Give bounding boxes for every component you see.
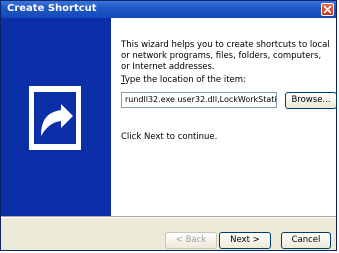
wizard-sidebar: [1, 18, 111, 216]
location-label: Type the location of the item:: [121, 75, 246, 85]
shortcut-arrow-icon: [29, 86, 81, 150]
intro-text: This wizard helps you to create shortcut…: [121, 40, 330, 72]
close-icon: [323, 5, 332, 14]
continue-hint: Click Next to continue.: [121, 132, 218, 142]
create-shortcut-window: Create Shortcut This wizard helps you to…: [0, 0, 337, 251]
browse-button[interactable]: Browse...: [285, 92, 337, 109]
next-button[interactable]: Next >: [219, 232, 271, 249]
location-input[interactable]: rundll32.exe user32.dll,LockWorkStation: [121, 92, 277, 108]
window-title: Create Shortcut: [7, 3, 97, 14]
wizard-footer: < Back Next > Cancel: [1, 218, 336, 250]
location-label-text: ype the location of the item:: [124, 75, 246, 85]
back-button[interactable]: < Back: [165, 232, 217, 249]
close-button[interactable]: [321, 3, 334, 16]
title-bar[interactable]: Create Shortcut: [1, 1, 336, 18]
wizard-content: This wizard helps you to create shortcut…: [111, 18, 337, 216]
cancel-button[interactable]: Cancel: [281, 232, 331, 249]
